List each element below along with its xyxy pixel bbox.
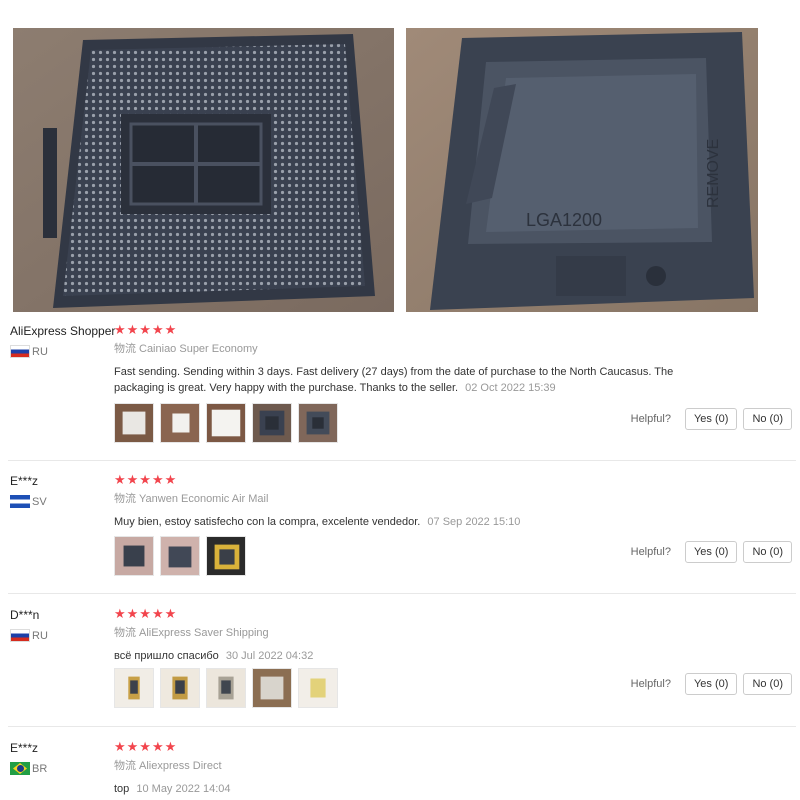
- reviewer-info: E***z BR: [10, 741, 110, 775]
- country-code: RU: [32, 345, 48, 358]
- review-item: D***n RU ★★★★★ 物流 AliExpress Saver Shippi…: [0, 602, 800, 727]
- reviewer-info: E***z SV: [10, 474, 110, 508]
- helpful-voting: Helpful? Yes (0) No (0): [631, 541, 792, 563]
- review-photos: [114, 668, 344, 708]
- reviewer-country: BR: [10, 762, 110, 775]
- review-photo-thumb[interactable]: [160, 536, 200, 576]
- shipping-label: 物流: [114, 760, 136, 772]
- helpful-voting: Helpful? Yes (0) No (0): [631, 408, 792, 430]
- reviewer-info: D***n RU: [10, 608, 110, 642]
- shipping-label: 物流: [114, 343, 136, 355]
- review-item: E***z SV ★★★★★ 物流 Yanwen Economic Air Mai…: [0, 468, 800, 594]
- helpful-voting: Helpful? Yes (0) No (0): [631, 673, 792, 695]
- review-photo-thumb[interactable]: [114, 668, 154, 708]
- reviewer-name: AliExpress Shopper: [10, 324, 116, 338]
- review-body: top: [114, 783, 130, 795]
- shipping-label: 物流: [114, 493, 136, 505]
- star-rating: ★★★★★: [114, 739, 178, 754]
- shipping-name: AliExpress Saver Shipping: [139, 627, 269, 639]
- helpful-label: Helpful?: [630, 413, 671, 425]
- review-photo-thumb[interactable]: [298, 403, 338, 443]
- product-photos: LGA1200 REMOVE: [0, 28, 800, 314]
- socket-pins-photo[interactable]: [13, 28, 394, 312]
- shipping-method: 物流 Aliexpress Direct: [114, 759, 694, 773]
- no-vote-button[interactable]: No (0): [743, 408, 792, 430]
- shipping-method: 物流 Yanwen Economic Air Mail: [114, 492, 694, 506]
- review-body: всё пришло спасибо: [114, 650, 219, 662]
- reviewer-country: SV: [10, 495, 110, 508]
- reviewer-country: RU: [10, 345, 110, 358]
- review-photo-thumb[interactable]: [252, 403, 292, 443]
- shipping-label: 物流: [114, 627, 136, 639]
- review-photo-thumb[interactable]: [206, 403, 246, 443]
- review-text: Muy bien, estoy satisfecho con la compra…: [114, 514, 694, 530]
- no-vote-button[interactable]: No (0): [743, 673, 792, 695]
- review-date: 10 May 2022 14:04: [136, 783, 231, 795]
- country-code: RU: [32, 629, 48, 642]
- review-content: ★★★★★ 物流 Yanwen Economic Air Mail Muy bie…: [114, 472, 694, 530]
- russia-flag-icon: [10, 345, 30, 358]
- brazil-flag-icon: [10, 762, 30, 775]
- yes-vote-button[interactable]: Yes (0): [684, 541, 738, 563]
- country-code: SV: [32, 495, 47, 508]
- review-photo-thumb[interactable]: [160, 403, 200, 443]
- cover-side-text: REMOVE: [705, 139, 722, 208]
- reviewer-info: AliExpress Shopper RU: [10, 324, 116, 358]
- review-date: 07 Sep 2022 15:10: [427, 516, 521, 528]
- review-content: ★★★★★ 物流 Aliexpress Direct top 10 May 202…: [114, 739, 694, 797]
- review-photos: [114, 403, 344, 443]
- helpful-label: Helpful?: [630, 546, 671, 558]
- review-photo-thumb[interactable]: [252, 668, 292, 708]
- review-body: Fast sending. Sending within 3 days. Fas…: [114, 366, 674, 394]
- review-photo-thumb[interactable]: [114, 536, 154, 576]
- review-date: 30 Jul 2022 04:32: [225, 650, 314, 662]
- helpful-label: Helpful?: [630, 678, 671, 690]
- no-vote-button[interactable]: No (0): [743, 541, 792, 563]
- review-photo-thumb[interactable]: [114, 403, 154, 443]
- review-text: всё пришло спасибо 30 Jul 2022 04:32: [114, 648, 694, 664]
- review-body: Muy bien, estoy satisfecho con la compra…: [114, 516, 421, 528]
- socket-cover-photo[interactable]: LGA1200 REMOVE: [406, 28, 758, 312]
- reviewer-name: E***z: [10, 474, 39, 488]
- shipping-method: 物流 AliExpress Saver Shipping: [114, 626, 694, 640]
- review-content: ★★★★★ 物流 AliExpress Saver Shipping всё пр…: [114, 606, 694, 664]
- shipping-name: Cainiao Super Economy: [139, 343, 258, 355]
- review-text: Fast sending. Sending within 3 days. Fas…: [114, 364, 694, 396]
- shipping-name: Yanwen Economic Air Mail: [139, 493, 269, 505]
- reviewer-country: RU: [10, 629, 110, 642]
- review-photo-thumb[interactable]: [160, 668, 200, 708]
- yes-vote-button[interactable]: Yes (0): [684, 408, 738, 430]
- el-salvador-flag-icon: [10, 495, 30, 508]
- review-item: AliExpress Shopper RU ★★★★★ 物流 Cainiao Su…: [0, 318, 800, 461]
- reviewer-name: D***n: [10, 608, 40, 622]
- country-code: BR: [32, 762, 48, 775]
- shipping-method: 物流 Cainiao Super Economy: [114, 342, 694, 356]
- cover-marking-text: LGA1200: [526, 210, 602, 230]
- shipping-name: Aliexpress Direct: [139, 760, 222, 772]
- star-rating: ★★★★★: [114, 472, 178, 487]
- review-divider: [8, 593, 796, 594]
- review-content: ★★★★★ 物流 Cainiao Super Economy Fast sendi…: [114, 322, 694, 396]
- review-divider: [8, 460, 796, 461]
- star-rating: ★★★★★: [114, 322, 178, 337]
- review-photo-thumb[interactable]: [206, 668, 246, 708]
- review-photo-thumb[interactable]: [298, 668, 338, 708]
- reviewer-name: E***z: [10, 741, 39, 755]
- review-item: E***z BR ★★★★★ 物流 Aliexpress Direct top 1…: [0, 735, 800, 800]
- review-date: 02 Oct 2022 15:39: [465, 382, 556, 394]
- star-rating: ★★★★★: [114, 606, 178, 621]
- review-text: top 10 May 2022 14:04: [114, 781, 694, 797]
- russia-flag-icon: [10, 629, 30, 642]
- review-divider: [8, 726, 796, 727]
- review-photo-thumb[interactable]: [206, 536, 246, 576]
- review-photos: [114, 536, 252, 576]
- yes-vote-button[interactable]: Yes (0): [684, 673, 738, 695]
